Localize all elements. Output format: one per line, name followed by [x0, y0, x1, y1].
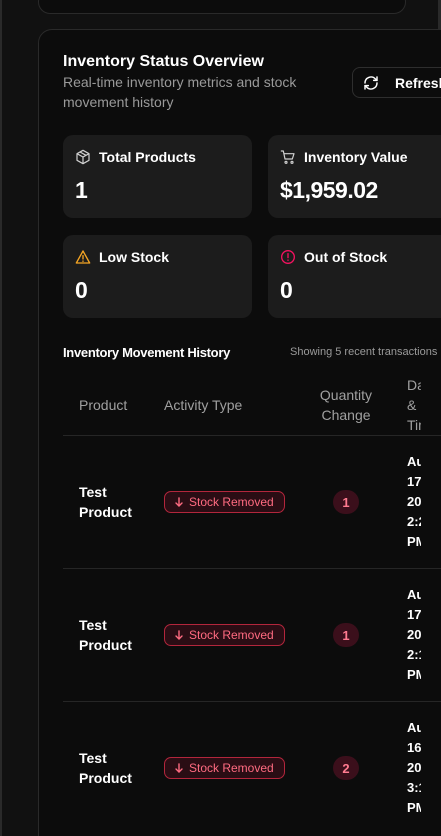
stat-label: Inventory Value: [304, 149, 408, 165]
date-cell: Aug 17, 2025 2:1 PM: [407, 585, 421, 685]
quantity-badge: 1: [333, 623, 359, 647]
stat-value: 0: [280, 277, 293, 303]
date-line: 2:2: [407, 514, 421, 529]
column-header-activity[interactable]: Activity Type: [164, 395, 242, 415]
date-line: PM: [407, 800, 421, 815]
activity-badge: Stock Removed: [164, 757, 285, 779]
stat-label: Out of Stock: [304, 249, 388, 265]
card-subtitle: Real-time inventory metrics and stock mo…: [63, 74, 297, 110]
date-line: Aug: [407, 587, 421, 602]
stat-value: $1,959.02: [280, 177, 378, 203]
column-header-date-line: &: [407, 397, 417, 413]
stat-value: 1: [75, 177, 88, 203]
date-line: 16,: [407, 740, 421, 755]
date-line: 3:1: [407, 780, 421, 795]
previous-card: [38, 0, 406, 14]
date-cell: Aug 16, 2025 3:1 PM: [407, 718, 421, 818]
stat-total-products: Total Products 1: [63, 135, 252, 218]
box-icon: [76, 149, 90, 165]
column-header-quantity-line: Quantity: [319, 387, 373, 403]
arrow-down-icon: [175, 630, 183, 640]
date-line: Aug: [407, 720, 421, 735]
arrow-down-icon: [175, 763, 183, 773]
history-meta: Showing 5 recent transactions: [290, 346, 438, 358]
date-cell: Aug 17, 2025 2:2 PM: [407, 452, 421, 552]
table-divider: [63, 435, 441, 436]
date-line: PM: [407, 534, 421, 549]
stat-label: Total Products: [99, 149, 196, 165]
stat-value: 0: [75, 277, 88, 303]
date-line: 17,: [407, 474, 421, 489]
activity-label: Stock Removed: [189, 495, 274, 509]
table-divider: [63, 701, 441, 702]
column-header-product[interactable]: Product: [79, 395, 127, 415]
refresh-icon: [364, 75, 378, 90]
refresh-button[interactable]: Refresh: [352, 67, 441, 98]
product-cell: Test Product: [79, 484, 132, 520]
stat-out-of-stock: Out of Stock 0: [268, 235, 441, 318]
table-divider: [63, 568, 441, 569]
column-header-quantity[interactable]: Quantity Change: [318, 385, 374, 425]
cart-icon: [280, 150, 295, 164]
date-line: 2025: [407, 760, 421, 775]
inventory-status-card: Inventory Status Overview Real-time inve…: [38, 29, 441, 836]
arrow-down-icon: [175, 497, 183, 507]
stat-label: Low Stock: [99, 249, 170, 265]
product-cell: Test Product: [79, 617, 132, 653]
stat-low-stock: Low Stock 0: [63, 235, 252, 318]
date-line: Aug: [407, 454, 421, 469]
date-line: 17,: [407, 607, 421, 622]
activity-badge: Stock Removed: [164, 624, 285, 646]
stat-inventory-value: Inventory Value $1,959.02: [268, 135, 441, 218]
activity-badge: Stock Removed: [164, 491, 285, 513]
warning-triangle-icon: [75, 250, 91, 264]
quantity-badge: 2: [333, 756, 359, 780]
history-title: Inventory Movement History: [63, 345, 231, 360]
date-line: 2025: [407, 627, 421, 642]
refresh-label: Refresh: [395, 74, 441, 91]
column-header-date[interactable]: Date & Time: [407, 375, 421, 435]
date-line: 2025: [407, 494, 421, 509]
card-title: Inventory Status Overview: [63, 53, 264, 70]
column-header-quantity-line: Change: [321, 407, 371, 423]
date-line: PM: [407, 667, 421, 682]
product-cell: Test Product: [79, 750, 132, 786]
quantity-badge: 1: [333, 490, 359, 514]
column-header-date-line: Date: [407, 377, 421, 393]
activity-label: Stock Removed: [189, 761, 274, 775]
alert-circle-icon: [281, 250, 295, 264]
date-line: 2:1: [407, 647, 421, 662]
activity-label: Stock Removed: [189, 628, 274, 642]
frame-border: [0, 0, 2, 836]
column-header-date-line: Time: [407, 417, 421, 433]
app-frame: Inventory Status Overview Real-time inve…: [0, 0, 441, 836]
